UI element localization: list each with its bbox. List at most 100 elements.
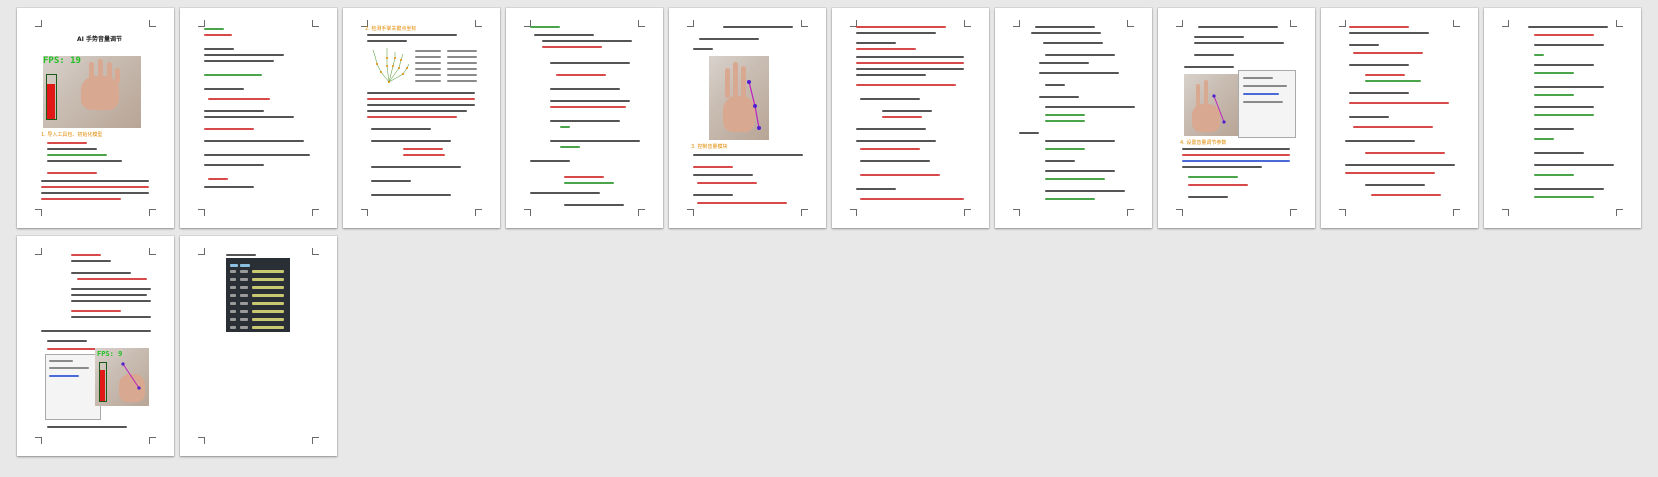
text-line (49, 360, 73, 362)
text-line (860, 98, 920, 100)
page-thumbnail-9[interactable] (1321, 8, 1478, 228)
text-line (41, 192, 149, 194)
text-line (204, 28, 224, 30)
text-line (1534, 164, 1614, 166)
hand-shape (81, 76, 119, 110)
text-line (47, 160, 122, 162)
text-line (1534, 152, 1584, 154)
landmark-overlay (1212, 94, 1226, 124)
text-line (1039, 72, 1119, 74)
text-line (1184, 66, 1234, 68)
page-thumbnail-4[interactable] (506, 8, 663, 228)
text-line (1534, 64, 1594, 66)
crop-mark (1339, 209, 1346, 216)
terminal-cell (230, 318, 236, 321)
crop-mark (361, 209, 368, 216)
text-line (1198, 26, 1278, 28)
page-title: AI 手势音量调节 (77, 36, 122, 43)
text-line (550, 100, 630, 102)
crop-mark (1616, 20, 1623, 27)
text-line (1534, 128, 1574, 130)
text-line (367, 98, 475, 100)
text-line (1039, 96, 1079, 98)
text-line (1045, 190, 1125, 192)
terminal-cell (230, 302, 236, 305)
page-thumbnail-2[interactable] (180, 8, 337, 228)
text-line (1349, 116, 1389, 118)
text-line (1243, 85, 1287, 87)
page-thumbnail-8[interactable]: 4. 设置音量调节参数 (1158, 8, 1315, 228)
text-line (204, 154, 310, 156)
text-line (447, 80, 477, 82)
text-line (1045, 106, 1135, 108)
page-thumbnail-7[interactable] (995, 8, 1152, 228)
text-line (1345, 172, 1435, 174)
terminal-cell (252, 326, 284, 329)
crop-mark (198, 20, 205, 27)
hand-photo (43, 56, 141, 128)
text-line (1534, 34, 1594, 36)
page-thumbnail-6[interactable] (832, 8, 989, 228)
text-line (542, 46, 602, 48)
page-thumbnail-10[interactable] (1484, 8, 1641, 228)
text-line (1182, 166, 1262, 168)
text-line (1528, 26, 1608, 28)
terminal-cell (240, 294, 248, 297)
text-line (71, 310, 121, 312)
page-thumbnail-12[interactable] (180, 236, 337, 456)
crop-mark (1453, 20, 1460, 27)
text-line (1371, 194, 1441, 196)
text-line (447, 56, 477, 58)
text-line (415, 68, 441, 70)
text-line (1534, 138, 1554, 140)
terminal-cell (240, 318, 248, 321)
text-line (723, 26, 793, 28)
text-line (1182, 154, 1290, 156)
terminal-cell (252, 278, 284, 281)
terminal-cell (230, 326, 236, 329)
page-thumbnail-5[interactable]: 3. 控制音量模块 (669, 8, 826, 228)
page-thumbnail-11[interactable]: FPS: 9 (17, 236, 174, 456)
text-line (1182, 160, 1290, 162)
crop-mark (687, 209, 694, 216)
text-line (560, 146, 580, 148)
text-line (856, 62, 964, 64)
settings-dialog-screenshot (45, 354, 101, 420)
text-line (1045, 198, 1095, 200)
text-line (1045, 178, 1105, 180)
text-line (699, 38, 759, 40)
text-line (530, 192, 600, 194)
page-thumbnail-3[interactable]: 2. 检测手掌关键点坐标 (343, 8, 500, 228)
text-line (1353, 52, 1423, 54)
crop-mark (312, 209, 319, 216)
crop-mark (687, 20, 694, 27)
crop-mark (801, 20, 808, 27)
text-line (1043, 42, 1103, 44)
text-line (77, 278, 147, 280)
text-line (49, 367, 89, 369)
page-thumbnail-1[interactable]: AI 手势音量调节 FPS: 19 1. 导入工具包、初始化模型 (17, 8, 174, 228)
text-line (367, 34, 457, 36)
text-line (47, 426, 127, 428)
terminal-cell (252, 318, 284, 321)
text-line (1045, 148, 1085, 150)
text-line (1019, 132, 1039, 134)
terminal-cell (230, 286, 236, 289)
crop-mark (1127, 20, 1134, 27)
text-line (447, 62, 477, 64)
text-line (41, 330, 151, 332)
crop-mark (475, 20, 482, 27)
terminal-cell (230, 310, 236, 313)
text-line (1194, 42, 1284, 44)
crop-mark (35, 209, 42, 216)
text-line (550, 140, 640, 142)
text-line (204, 140, 304, 142)
text-line (856, 68, 964, 70)
crop-mark (312, 437, 319, 444)
text-line (1534, 188, 1604, 190)
text-line (1031, 32, 1101, 34)
text-line (860, 148, 920, 150)
text-line (1349, 26, 1409, 28)
text-line (1365, 184, 1425, 186)
terminal-cell (230, 270, 236, 273)
